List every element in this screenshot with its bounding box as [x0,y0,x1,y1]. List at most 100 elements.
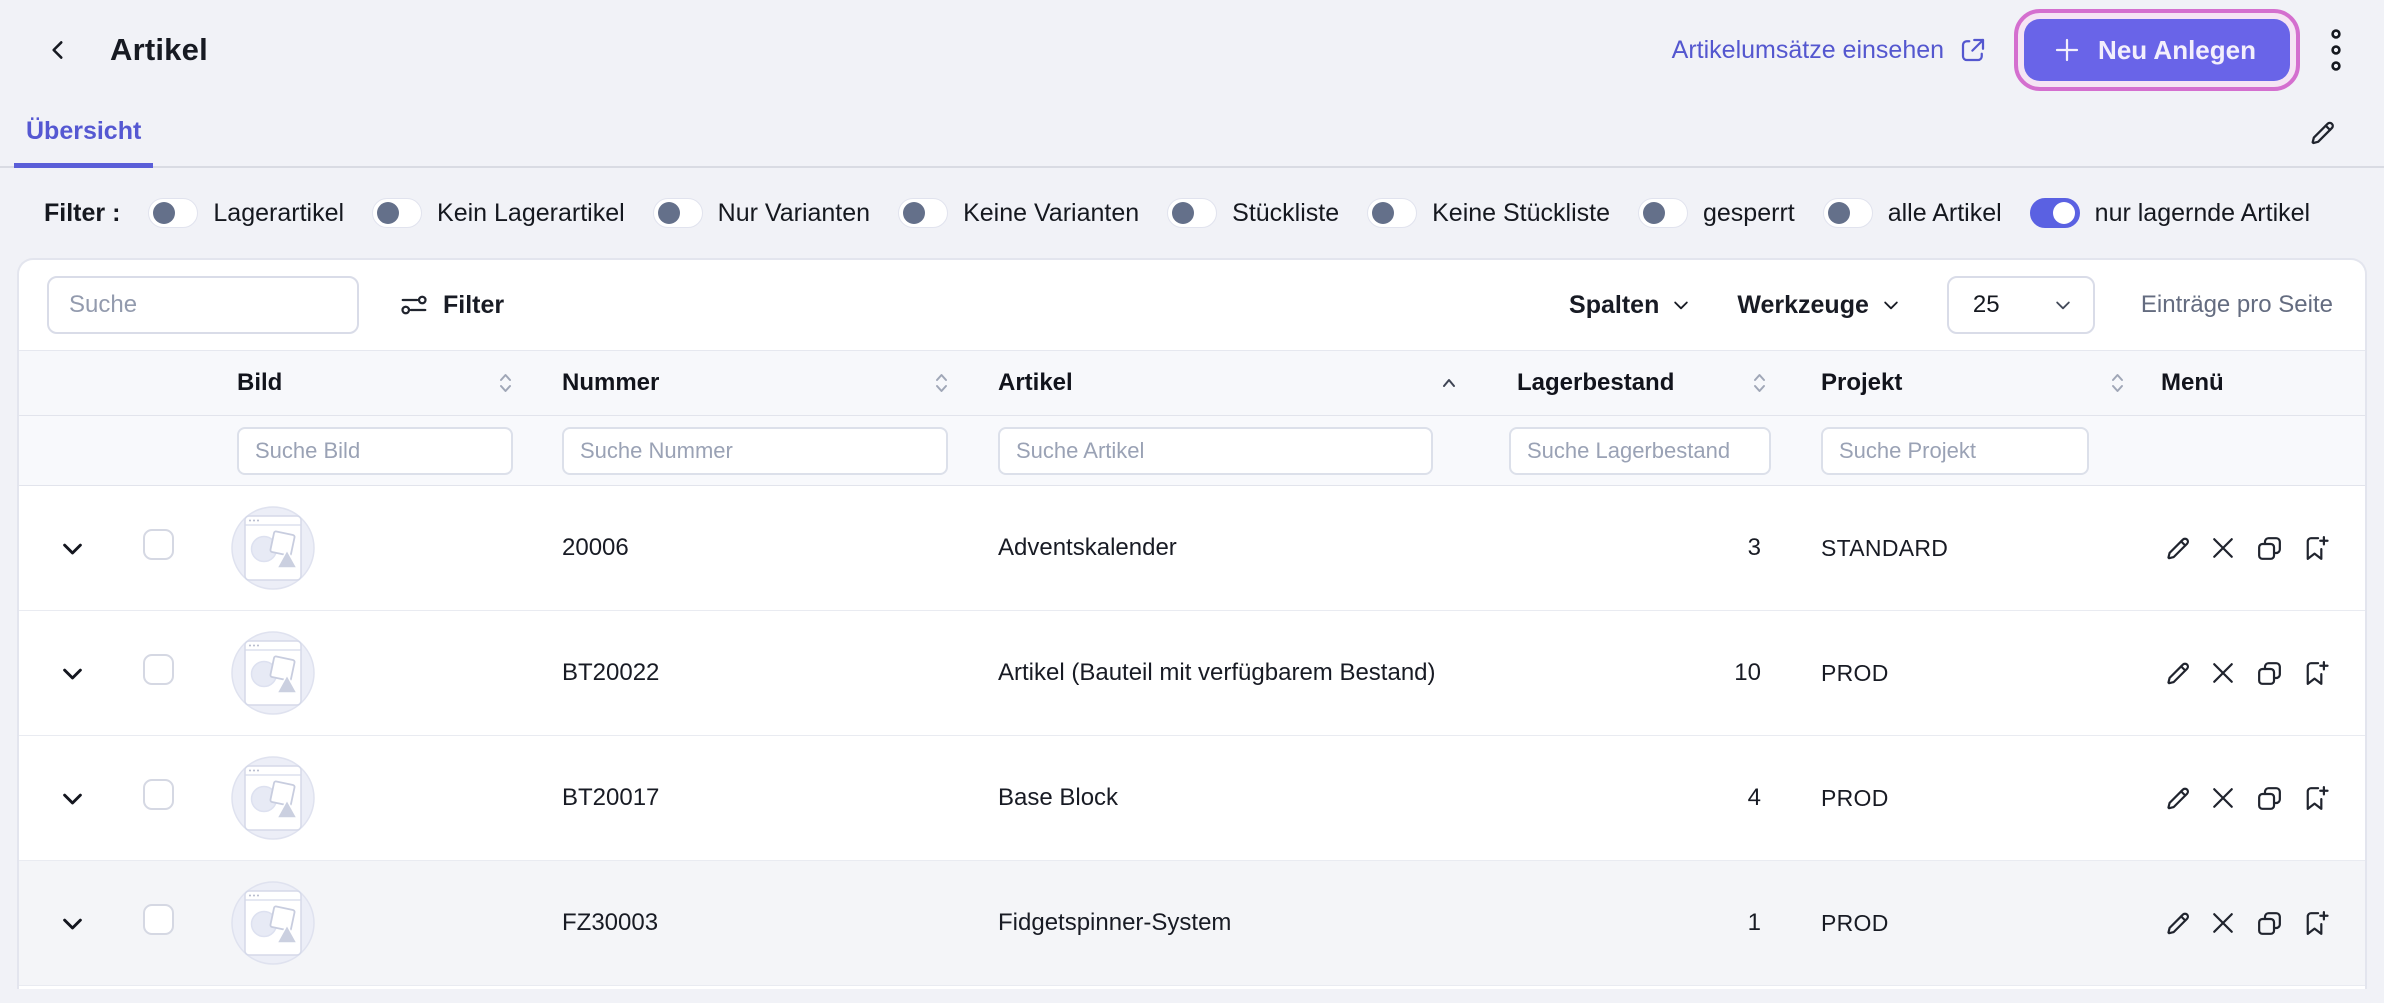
werkzeuge-dropdown[interactable]: Werkzeuge [1737,291,1901,320]
cell-nummer: BT20017 [547,784,983,812]
chevron-down-icon [1671,295,1691,315]
filter-toggle-stückliste[interactable] [1167,198,1217,228]
delete-button[interactable] [2207,657,2239,689]
delete-button[interactable] [2207,907,2239,939]
cell-nummer: 20006 [547,534,983,562]
chevron-down-icon [59,535,86,562]
cell-lagerbestand: 10 [1509,659,1801,687]
edit-button[interactable] [2161,657,2193,689]
toggle-knob [1828,202,1850,224]
table-row: 20006 Adventskalender 3 STANDARD [19,486,2365,611]
chevron-left-icon [45,37,71,63]
duplicate-button[interactable] [2253,782,2285,814]
checkbox-cell [131,779,217,817]
sort-icon[interactable] [1752,372,1767,394]
cell-menue [2159,782,2365,814]
table-body: 20006 Adventskalender 3 STANDARD [19,486,2365,986]
sort-icon[interactable] [2110,372,2125,394]
sort-asc-icon[interactable] [1441,377,1457,389]
expand-row-button[interactable] [19,660,131,687]
filter-toggle-item: alle Artikel [1823,198,2002,228]
bookmark-plus-icon [2300,658,2331,689]
edit-button[interactable] [2161,532,2193,564]
filter-toggle-gesperrt[interactable] [1638,198,1688,228]
neu-anlegen-button[interactable]: Neu Anlegen [2024,19,2290,81]
row-checkbox[interactable] [143,529,174,560]
image-placeholder-icon [231,506,315,590]
checkbox-cell [131,904,217,942]
artikelumsaetze-link[interactable]: Artikelumsätze einsehen [1672,35,1988,65]
plus-icon [2052,35,2082,65]
chevron-down-icon [2053,295,2073,315]
filter-bar: Filter : Lagerartikel Kein Lagerartikel … [0,168,2384,258]
filter-toggle-nur-lagernde-artikel[interactable] [2030,198,2080,228]
artikelumsaetze-link-label: Artikelumsätze einsehen [1672,36,1944,65]
delete-button[interactable] [2207,782,2239,814]
column-search-bild[interactable] [237,427,513,475]
toggle-knob [377,202,399,224]
toggle-knob [153,202,175,224]
kebab-menu-button[interactable] [2318,22,2354,78]
filter-button[interactable]: Filter [399,290,504,320]
sort-icon[interactable] [934,372,949,394]
column-header-artikel[interactable]: Artikel [983,369,1509,397]
spalten-label: Spalten [1569,291,1659,320]
cell-menue [2159,532,2365,564]
filter-toggle-alle-artikel[interactable] [1823,198,1873,228]
filter-toggle-item: Lagerartikel [148,198,344,228]
copy-icon [2254,533,2285,564]
edit-button[interactable] [2161,782,2193,814]
column-search-artikel[interactable] [998,427,1433,475]
bookmark-button[interactable] [2299,907,2331,939]
cell-artikel: Base Block [983,784,1509,812]
search-input[interactable] [47,276,359,334]
column-header-nummer[interactable]: Nummer [547,369,983,397]
bookmark-button[interactable] [2299,782,2331,814]
row-checkbox[interactable] [143,654,174,685]
edit-view-button[interactable] [2306,100,2338,166]
column-search-projekt[interactable] [1821,427,2089,475]
bookmark-button[interactable] [2299,657,2331,689]
duplicate-button[interactable] [2253,657,2285,689]
cell-lagerbestand: 1 [1509,909,1801,937]
column-header-lagerbestand[interactable]: Lagerbestand [1509,369,1801,397]
duplicate-button[interactable] [2253,907,2285,939]
bookmark-button[interactable] [2299,532,2331,564]
filter-toggle-nur-varianten[interactable] [653,198,703,228]
filter-toggle-label: alle Artikel [1888,199,2002,228]
tab-uebersicht[interactable]: Übersicht [14,100,153,168]
cell-projekt: PROD [1801,910,2159,937]
filter-button-label: Filter [443,291,504,320]
cell-bild [217,506,547,590]
column-search-lagerbestand[interactable] [1509,427,1771,475]
x-icon [2208,533,2238,563]
bookmark-plus-icon [2300,783,2331,814]
filter-toggle-keine-stückliste[interactable] [1367,198,1417,228]
edit-button[interactable] [2161,907,2193,939]
back-button[interactable] [36,28,80,72]
neu-anlegen-label: Neu Anlegen [2098,35,2256,66]
copy-icon [2254,658,2285,689]
column-search-nummer[interactable] [562,427,948,475]
column-header-bild[interactable]: Bild [217,369,547,397]
table-toolbar: Filter Spalten Werkzeuge 25 Einträge pro… [19,260,2365,350]
cell-bild [217,881,547,965]
expand-row-button[interactable] [19,910,131,937]
spalten-dropdown[interactable]: Spalten [1569,291,1691,320]
expand-row-button[interactable] [19,535,131,562]
filter-toggle-kein-lagerartikel[interactable] [372,198,422,228]
expand-row-button[interactable] [19,785,131,812]
sort-icon[interactable] [498,372,513,394]
column-header-projekt[interactable]: Projekt [1801,369,2159,397]
pencil-icon [2162,783,2193,814]
cell-nummer: FZ30003 [547,909,983,937]
page-size-label: Einträge pro Seite [2141,291,2333,319]
page-size-select[interactable]: 25 [1947,276,2095,334]
row-checkbox[interactable] [143,904,174,935]
bookmark-plus-icon [2300,908,2331,939]
duplicate-button[interactable] [2253,532,2285,564]
delete-button[interactable] [2207,532,2239,564]
filter-toggle-lagerartikel[interactable] [148,198,198,228]
row-checkbox[interactable] [143,779,174,810]
filter-toggle-keine-varianten[interactable] [898,198,948,228]
